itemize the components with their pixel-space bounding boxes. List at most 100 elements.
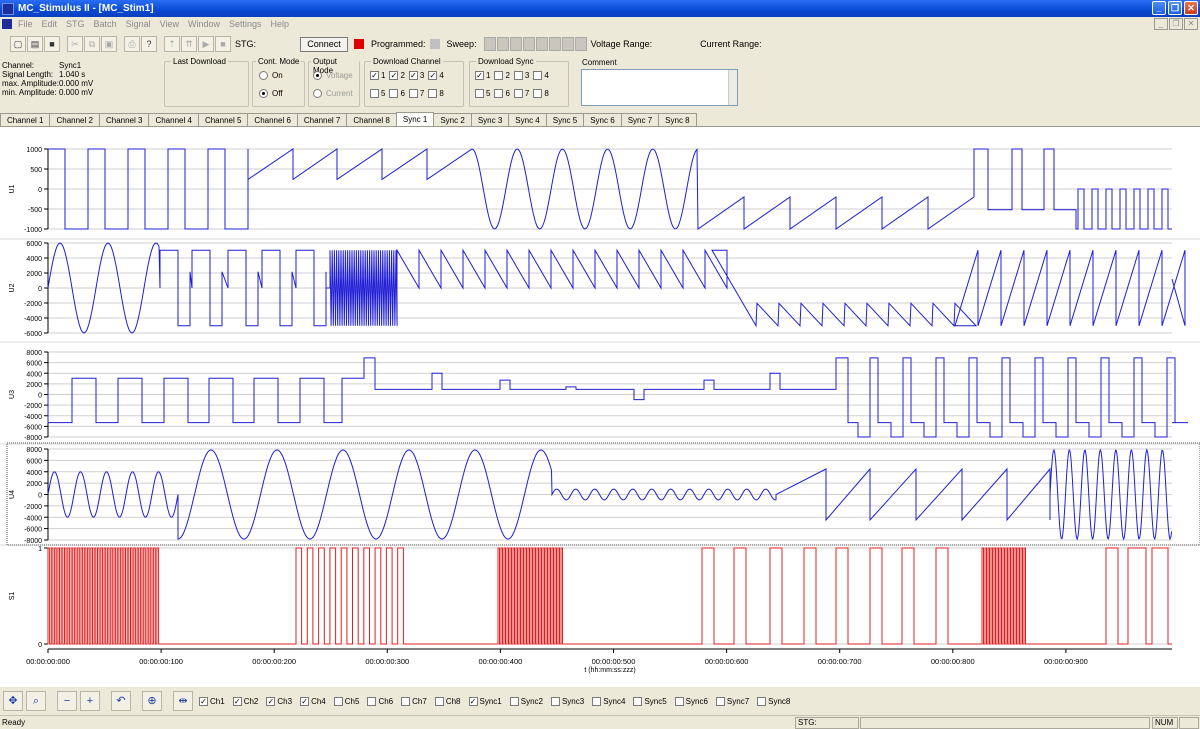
checkbox-box[interactable] xyxy=(494,89,504,98)
sweep-slot[interactable] xyxy=(483,37,496,51)
show-sync8-checkbox[interactable]: Sync8 xyxy=(757,696,790,706)
checkbox-box[interactable]: ✓ xyxy=(475,71,484,80)
show-sync4-checkbox[interactable]: Sync4 xyxy=(592,696,625,706)
download-sync-6-checkbox[interactable]: 6 xyxy=(494,89,510,98)
checkbox-box[interactable] xyxy=(494,71,504,80)
checkbox-box[interactable] xyxy=(367,696,377,706)
tab-sync-6[interactable]: Sync 6 xyxy=(583,113,622,127)
zoom-out-icon[interactable]: − xyxy=(57,691,77,711)
tab-channel-7[interactable]: Channel 7 xyxy=(296,113,348,127)
tab-channel-6[interactable]: Channel 6 xyxy=(247,113,298,127)
show-ch2-checkbox[interactable]: ✓ Ch2 xyxy=(232,696,258,706)
tab-channel-3[interactable]: Channel 3 xyxy=(98,113,150,127)
download-channel-6-checkbox[interactable]: 6 xyxy=(389,89,405,98)
menu-stg[interactable]: STG xyxy=(66,19,85,29)
checkbox-box[interactable]: ✓ xyxy=(232,696,242,706)
checkbox-box[interactable] xyxy=(370,89,379,98)
copy-icon[interactable]: ⧉ xyxy=(84,36,100,52)
checkbox-box[interactable] xyxy=(633,696,643,706)
checkbox-box[interactable] xyxy=(509,696,519,706)
tab-sync-7[interactable]: Sync 7 xyxy=(620,113,660,127)
download-sync-4-checkbox[interactable]: 4 xyxy=(533,71,549,80)
checkbox-box[interactable] xyxy=(533,71,543,80)
checkbox-box[interactable] xyxy=(757,696,767,706)
checkbox-box[interactable] xyxy=(715,696,725,706)
sweep-slot[interactable] xyxy=(561,37,574,51)
download-channel-2-checkbox[interactable]: ✓ 2 xyxy=(389,71,405,80)
checkbox-box[interactable] xyxy=(592,696,602,706)
download-channel-7-checkbox[interactable]: 7 xyxy=(408,89,424,98)
maximize-button[interactable]: ❐ xyxy=(1168,1,1182,15)
sweep-slot[interactable] xyxy=(535,37,548,51)
menu-window[interactable]: Window xyxy=(188,19,220,29)
show-sync3-checkbox[interactable]: Sync3 xyxy=(550,696,584,706)
mdi-close-button[interactable]: ✕ xyxy=(1184,18,1198,30)
pan-icon[interactable]: ✥ xyxy=(3,691,23,711)
cont-mode-off-radio[interactable]: Off xyxy=(259,89,283,98)
mdi-minimize-button[interactable]: _ xyxy=(1154,18,1168,30)
show-ch6-checkbox[interactable]: Ch6 xyxy=(367,696,393,706)
checkbox-box[interactable]: ✓ xyxy=(266,696,276,706)
comment-scrollbar[interactable] xyxy=(728,70,737,105)
signal-plots[interactable]: 10005000-500-1000U16000400020000-2000-40… xyxy=(0,127,1200,687)
checkbox-box[interactable] xyxy=(389,89,399,98)
menu-batch[interactable]: Batch xyxy=(94,19,117,29)
output-current-radio[interactable]: Current xyxy=(313,89,353,98)
tab-sync-5[interactable]: Sync 5 xyxy=(545,113,585,127)
comment-field[interactable] xyxy=(581,69,738,106)
sweep-slot[interactable] xyxy=(574,37,587,51)
show-ch5-checkbox[interactable]: Ch5 xyxy=(333,696,359,706)
tab-sync-3[interactable]: Sync 3 xyxy=(470,113,510,127)
tab-channel-8[interactable]: Channel 8 xyxy=(346,113,397,127)
checkbox-box[interactable]: ✓ xyxy=(468,696,478,706)
undo-zoom-icon[interactable]: ↶ xyxy=(111,691,131,711)
checkbox-box[interactable]: ✓ xyxy=(199,696,208,706)
checkbox-box[interactable] xyxy=(408,89,418,98)
zoom-area-icon[interactable]: ⌕ xyxy=(26,691,46,711)
document-icon[interactable] xyxy=(2,19,12,29)
show-sync1-checkbox[interactable]: ✓ Sync1 xyxy=(468,696,502,706)
download-channel-8-checkbox[interactable]: 8 xyxy=(428,89,444,98)
menu-settings[interactable]: Settings xyxy=(229,19,262,29)
output-voltage-radio[interactable]: Voltage xyxy=(313,71,353,80)
save-icon[interactable]: ■ xyxy=(44,36,60,52)
download-all-icon[interactable]: ⇈ xyxy=(181,36,197,52)
checkbox-box[interactable]: ✓ xyxy=(370,71,379,80)
show-ch7-checkbox[interactable]: Ch7 xyxy=(401,696,427,706)
menu-signal[interactable]: Signal xyxy=(126,19,151,29)
checkbox-box[interactable] xyxy=(475,89,484,98)
mdi-restore-button[interactable]: ❐ xyxy=(1169,18,1183,30)
show-ch8-checkbox[interactable]: Ch8 xyxy=(434,696,461,706)
checkbox-box[interactable] xyxy=(513,71,523,80)
checkbox-box[interactable]: ✓ xyxy=(408,71,418,80)
cont-mode-on-radio[interactable]: On xyxy=(259,71,283,80)
download-channel-1-checkbox[interactable]: ✓ 1 xyxy=(370,71,385,80)
sweep-slot[interactable] xyxy=(509,37,522,51)
checkbox-box[interactable] xyxy=(333,696,343,706)
paste-icon[interactable]: ▣ xyxy=(101,36,117,52)
tab-sync-2[interactable]: Sync 2 xyxy=(433,113,472,127)
minimize-button[interactable]: _ xyxy=(1152,1,1166,15)
menu-file[interactable]: File xyxy=(18,19,33,29)
print-icon[interactable]: ⎙ xyxy=(124,36,140,52)
download-icon[interactable]: ⇡ xyxy=(164,36,180,52)
checkbox-box[interactable]: ✓ xyxy=(389,71,399,80)
open-folder-icon[interactable]: ▤ xyxy=(27,36,43,52)
tab-channel-1[interactable]: Channel 1 xyxy=(0,113,51,127)
play-icon[interactable]: ▶ xyxy=(198,36,214,52)
tab-channel-2[interactable]: Channel 2 xyxy=(49,113,100,127)
download-sync-8-checkbox[interactable]: 8 xyxy=(533,89,549,98)
tab-sync-8[interactable]: Sync 8 xyxy=(658,113,697,127)
download-sync-2-checkbox[interactable]: 2 xyxy=(494,71,510,80)
tab-sync-1[interactable]: Sync 1 xyxy=(395,112,435,127)
download-sync-3-checkbox[interactable]: 3 xyxy=(513,71,529,80)
show-sync7-checkbox[interactable]: Sync7 xyxy=(715,696,749,706)
new-file-icon[interactable]: ▢ xyxy=(10,36,26,52)
help-icon[interactable]: ? xyxy=(141,36,157,52)
show-ch4-checkbox[interactable]: ✓ Ch4 xyxy=(300,696,326,706)
tab-channel-5[interactable]: Channel 5 xyxy=(197,113,249,127)
checkbox-box[interactable] xyxy=(674,696,684,706)
download-channel-3-checkbox[interactable]: ✓ 3 xyxy=(408,71,424,80)
show-sync6-checkbox[interactable]: Sync6 xyxy=(674,696,708,706)
checkbox-box[interactable]: ✓ xyxy=(300,696,310,706)
